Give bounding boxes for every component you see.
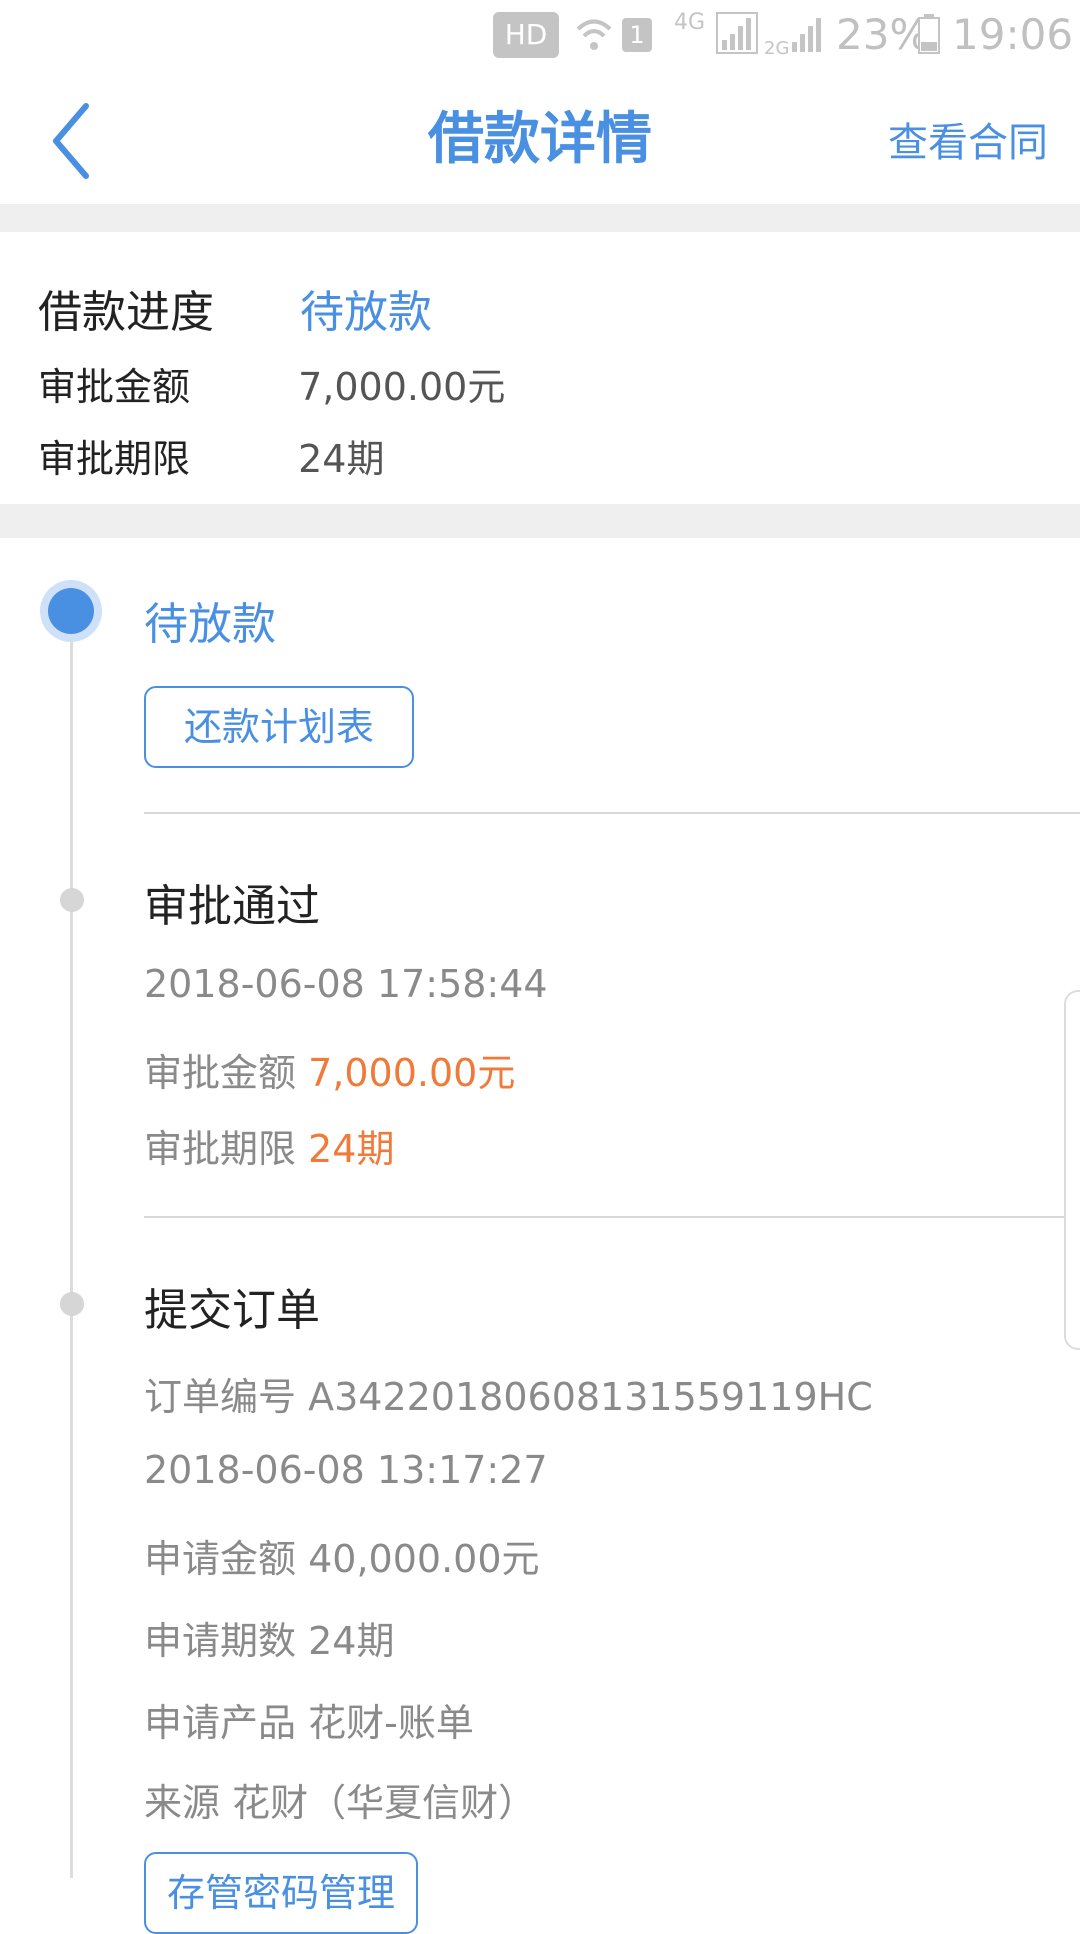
timeline-dot: [60, 1292, 84, 1316]
apply-term-row: 申请期数 24期: [144, 1610, 394, 1665]
view-contract-link[interactable]: 查看合同: [888, 110, 1048, 168]
approved-term-value: 24期: [308, 1127, 395, 1171]
amount-value: 7,000.00元: [298, 365, 506, 409]
timeline-track: [70, 608, 73, 1878]
product-row: 申请产品 花财-账单: [144, 1692, 474, 1747]
apply-term-label: 申请期数: [144, 1619, 297, 1663]
section-divider: [0, 504, 1080, 538]
step-title-submitted: 提交订单: [144, 1285, 320, 1336]
source-label: 来源: [144, 1781, 221, 1825]
repayment-plan-button[interactable]: 还款计划表: [144, 686, 414, 768]
progress-value: 待放款: [300, 287, 432, 338]
status-bar: HD 1 4G 2G 23% 19:06: [0, 0, 1080, 76]
order-number-label: 订单编号: [144, 1375, 297, 1419]
source-value: 花财（华夏信财）: [232, 1781, 537, 1825]
progress-label: 借款进度: [38, 287, 214, 338]
apply-amount-label: 申请金额: [144, 1537, 297, 1581]
apply-term-value: 24期: [308, 1619, 395, 1663]
order-number-value: A3422018060813155911​9HC: [308, 1375, 873, 1419]
wifi-calling-icon: [576, 19, 612, 50]
custody-password-button[interactable]: 存管密码管理: [144, 1852, 418, 1934]
approved-term-label: 审批期限: [144, 1127, 297, 1171]
term-label: 审批期限: [38, 437, 191, 481]
order-number-row: 订单编号 A3422018060813155911​9HC: [144, 1366, 873, 1421]
approved-amount-row: 审批金额 7,000.00元: [144, 1042, 515, 1097]
section-divider: [0, 204, 1080, 232]
network-type-label: 4G: [674, 10, 706, 35]
step-divider: [144, 1216, 1080, 1218]
hd-badge: HD: [493, 12, 559, 58]
timeline-dot-active: [48, 588, 94, 634]
apply-amount-row: 申请金额 40,000.00元: [144, 1528, 540, 1583]
approved-amount-value: 7,000.00元: [308, 1051, 516, 1095]
step-title-approved: 审批通过: [144, 881, 320, 932]
top-nav-bar: 借款详情 查看合同: [0, 76, 1080, 204]
signal-icon-2: [792, 18, 821, 52]
progress-row: 借款进度 待放款: [38, 276, 432, 340]
loan-summary: 借款进度 待放款 审批金额 7,000.00元 审批期限 24期: [0, 232, 1080, 504]
side-drawer-handle[interactable]: [1064, 990, 1080, 1350]
term-value: 24期: [298, 437, 385, 481]
approved-term-row: 审批期限 24期: [144, 1118, 394, 1173]
apply-amount-value: 40,000.00元: [308, 1537, 540, 1581]
sim-badge: 1: [622, 18, 652, 52]
approved-amount-label: 审批金额: [144, 1051, 297, 1095]
battery-icon: [918, 14, 940, 54]
source-row: 来源 花财（华夏信财）: [144, 1772, 536, 1827]
step-title-pending: 待放款: [144, 599, 276, 650]
amount-row: 审批金额 7,000.00元: [38, 356, 505, 411]
amount-label: 审批金额: [38, 365, 191, 409]
signal-icon: [716, 12, 758, 54]
term-row: 审批期限 24期: [38, 428, 384, 483]
product-value: 花财-账单: [308, 1701, 474, 1745]
step-divider: [144, 812, 1080, 814]
battery-percent: 23%: [836, 10, 930, 59]
submitted-datetime: 2018-06-08 13:17:27: [144, 1448, 548, 1492]
timeline-dot: [60, 888, 84, 912]
clock: 19:06: [952, 10, 1074, 59]
network-type-label-2: 2G: [764, 38, 790, 59]
approved-datetime: 2018-06-08 17:58:44: [144, 962, 548, 1006]
product-label: 申请产品: [144, 1701, 297, 1745]
loan-timeline: 待放款 还款计划表 审批通过 2018-06-08 17:58:44 审批金额 …: [0, 538, 1080, 1934]
